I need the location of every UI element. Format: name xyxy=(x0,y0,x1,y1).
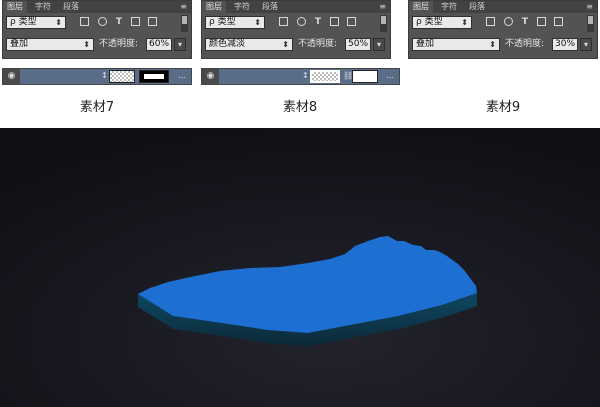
chevron-down-icon: ⬍ xyxy=(461,18,468,27)
tab-characters[interactable]: 字符 xyxy=(230,1,254,13)
opacity-input[interactable]: 50% xyxy=(345,38,371,51)
opacity-input[interactable]: 30% xyxy=(552,38,578,51)
tab-paragraph[interactable]: 段落 xyxy=(59,1,83,13)
layer-filter-select[interactable]: ρ 类型 ⬍ xyxy=(205,16,265,29)
filter-toggle[interactable] xyxy=(587,15,594,32)
layers-panel-2: 图层 字符 段落 ≡ ρ 类型 ⬍ T 颜色减淡 ⬍ 不透明度: 50% ▾ xyxy=(201,0,391,59)
tab-characters[interactable]: 字符 xyxy=(437,1,461,13)
panel-menu-icon[interactable]: ≡ xyxy=(586,1,593,13)
layer-filter-label: ρ 类型 xyxy=(10,17,37,27)
more-icon[interactable]: ... xyxy=(386,71,394,81)
panel-tabs: 图层 字符 段落 ≡ xyxy=(409,1,597,13)
layers-panel-3: 图层 字符 段落 ≡ ρ 类型 ⬍ T 叠加 ⬍ 不透明度: 30% ▾ xyxy=(408,0,598,59)
panel-menu-icon[interactable]: ≡ xyxy=(379,1,386,13)
opacity-dropdown-button[interactable]: ▾ xyxy=(373,38,385,51)
filter-toggle[interactable] xyxy=(181,15,188,32)
caption-material-7: 素材7 xyxy=(79,100,115,115)
layer-filter-label: ρ 类型 xyxy=(209,17,236,27)
preview-canvas xyxy=(0,128,600,407)
caption-material-8: 素材8 xyxy=(282,100,318,115)
layer-thumbnail[interactable] xyxy=(310,70,340,83)
layers-panel-1: 图层 字符 段落 ≡ ρ 类型 ⬍ T 叠加 ⬍ 不透明度: 60% ▾ xyxy=(2,0,192,59)
chevron-down-icon: ⬍ xyxy=(83,40,90,49)
layer-filter-select[interactable]: ρ 类型 ⬍ xyxy=(6,16,66,29)
type-filter-icon[interactable]: T xyxy=(520,17,530,27)
opacity-label: 不透明度: xyxy=(298,39,338,49)
image-filter-icon[interactable] xyxy=(486,17,495,26)
panel-tabs: 图层 字符 段落 ≡ xyxy=(3,1,191,13)
caption-material-9: 素材9 xyxy=(485,100,521,115)
tab-layers[interactable]: 图层 xyxy=(3,1,27,13)
blend-mode-value: 颜色减淡 xyxy=(209,39,246,49)
chain-link-icon: ↕ xyxy=(302,71,309,80)
image-filter-icon[interactable] xyxy=(279,17,288,26)
opacity-dropdown-button[interactable]: ▾ xyxy=(580,38,592,51)
adjustment-filter-icon[interactable] xyxy=(504,17,513,26)
panel-menu-icon[interactable]: ≡ xyxy=(180,1,187,13)
layer-filter-label: ρ 类型 xyxy=(416,17,443,27)
layer-row-material-8[interactable]: ◉ ↕ ⛓ ... xyxy=(201,68,400,85)
eye-icon[interactable]: ◉ xyxy=(3,69,20,84)
adjustment-filter-icon[interactable] xyxy=(98,17,107,26)
tab-layers[interactable]: 图层 xyxy=(202,1,226,13)
more-icon[interactable]: ... xyxy=(178,71,186,81)
panel-tabs: 图层 字符 段落 ≡ xyxy=(202,1,390,13)
shape-filter-icon[interactable] xyxy=(131,17,140,26)
layer-filter-select[interactable]: ρ 类型 ⬍ xyxy=(412,16,472,29)
smart-object-filter-icon[interactable] xyxy=(554,17,563,26)
blend-mode-select[interactable]: 叠加 ⬍ xyxy=(6,38,94,51)
opacity-label: 不透明度: xyxy=(99,39,139,49)
type-filter-icon[interactable]: T xyxy=(313,17,323,27)
chevron-down-icon: ⬍ xyxy=(282,40,289,49)
type-filter-icon[interactable]: T xyxy=(114,17,124,27)
opacity-label: 不透明度: xyxy=(505,39,545,49)
chain-link-icon: ↕ xyxy=(101,71,108,80)
layer-row-material-7[interactable]: ◉ ↕ ... xyxy=(2,68,192,85)
smart-object-filter-icon[interactable] xyxy=(347,17,356,26)
layer-mask-thumbnail[interactable] xyxy=(352,70,378,83)
adjustment-filter-icon[interactable] xyxy=(297,17,306,26)
smart-object-filter-icon[interactable] xyxy=(148,17,157,26)
shape-filter-icon[interactable] xyxy=(537,17,546,26)
blend-mode-select[interactable]: 叠加 ⬍ xyxy=(412,38,500,51)
tab-paragraph[interactable]: 段落 xyxy=(258,1,282,13)
layer-thumbnail[interactable] xyxy=(109,70,135,83)
opacity-input[interactable]: 60% xyxy=(146,38,172,51)
blend-mode-value: 叠加 xyxy=(416,39,435,49)
filter-toggle[interactable] xyxy=(380,15,387,32)
blend-mode-value: 叠加 xyxy=(10,39,29,49)
image-filter-icon[interactable] xyxy=(80,17,89,26)
chevron-down-icon: ⬍ xyxy=(254,18,261,27)
tab-characters[interactable]: 字符 xyxy=(31,1,55,13)
tab-paragraph[interactable]: 段落 xyxy=(465,1,489,13)
eye-icon[interactable]: ◉ xyxy=(202,69,219,84)
blend-mode-select[interactable]: 颜色减淡 ⬍ xyxy=(205,38,293,51)
shape-filter-icon[interactable] xyxy=(330,17,339,26)
chevron-down-icon: ⬍ xyxy=(489,40,496,49)
opacity-dropdown-button[interactable]: ▾ xyxy=(174,38,186,51)
tab-layers[interactable]: 图层 xyxy=(409,1,433,13)
chevron-down-icon: ⬍ xyxy=(55,18,62,27)
layer-mask-thumbnail[interactable] xyxy=(139,70,169,83)
